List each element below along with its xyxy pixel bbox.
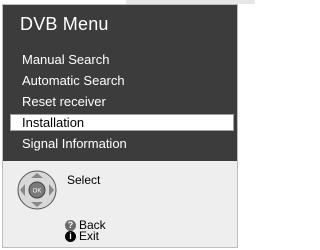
select-label: Select	[67, 173, 101, 187]
menu-item-installation[interactable]: Installation	[10, 114, 234, 131]
key-legend: OK Select ? Back i Exit	[2, 161, 238, 248]
exit-label: Exit	[79, 229, 100, 243]
menu-item-manual-search[interactable]: Manual Search	[10, 49, 234, 70]
info-key-icon: i	[65, 230, 76, 242]
menu-list: Manual Search Automatic Search Reset rec…	[10, 49, 234, 154]
menu-item-reset-receiver[interactable]: Reset receiver	[10, 91, 234, 112]
ok-key-label: OK	[33, 189, 42, 195]
menu-title: DVB Menu	[20, 14, 109, 34]
exit-key-row: i Exit	[65, 229, 99, 243]
menu-item-automatic-search[interactable]: Automatic Search	[10, 70, 234, 91]
navigation-pad-icon: OK	[17, 170, 57, 210]
menu-item-signal-information[interactable]: Signal Information	[10, 133, 234, 154]
